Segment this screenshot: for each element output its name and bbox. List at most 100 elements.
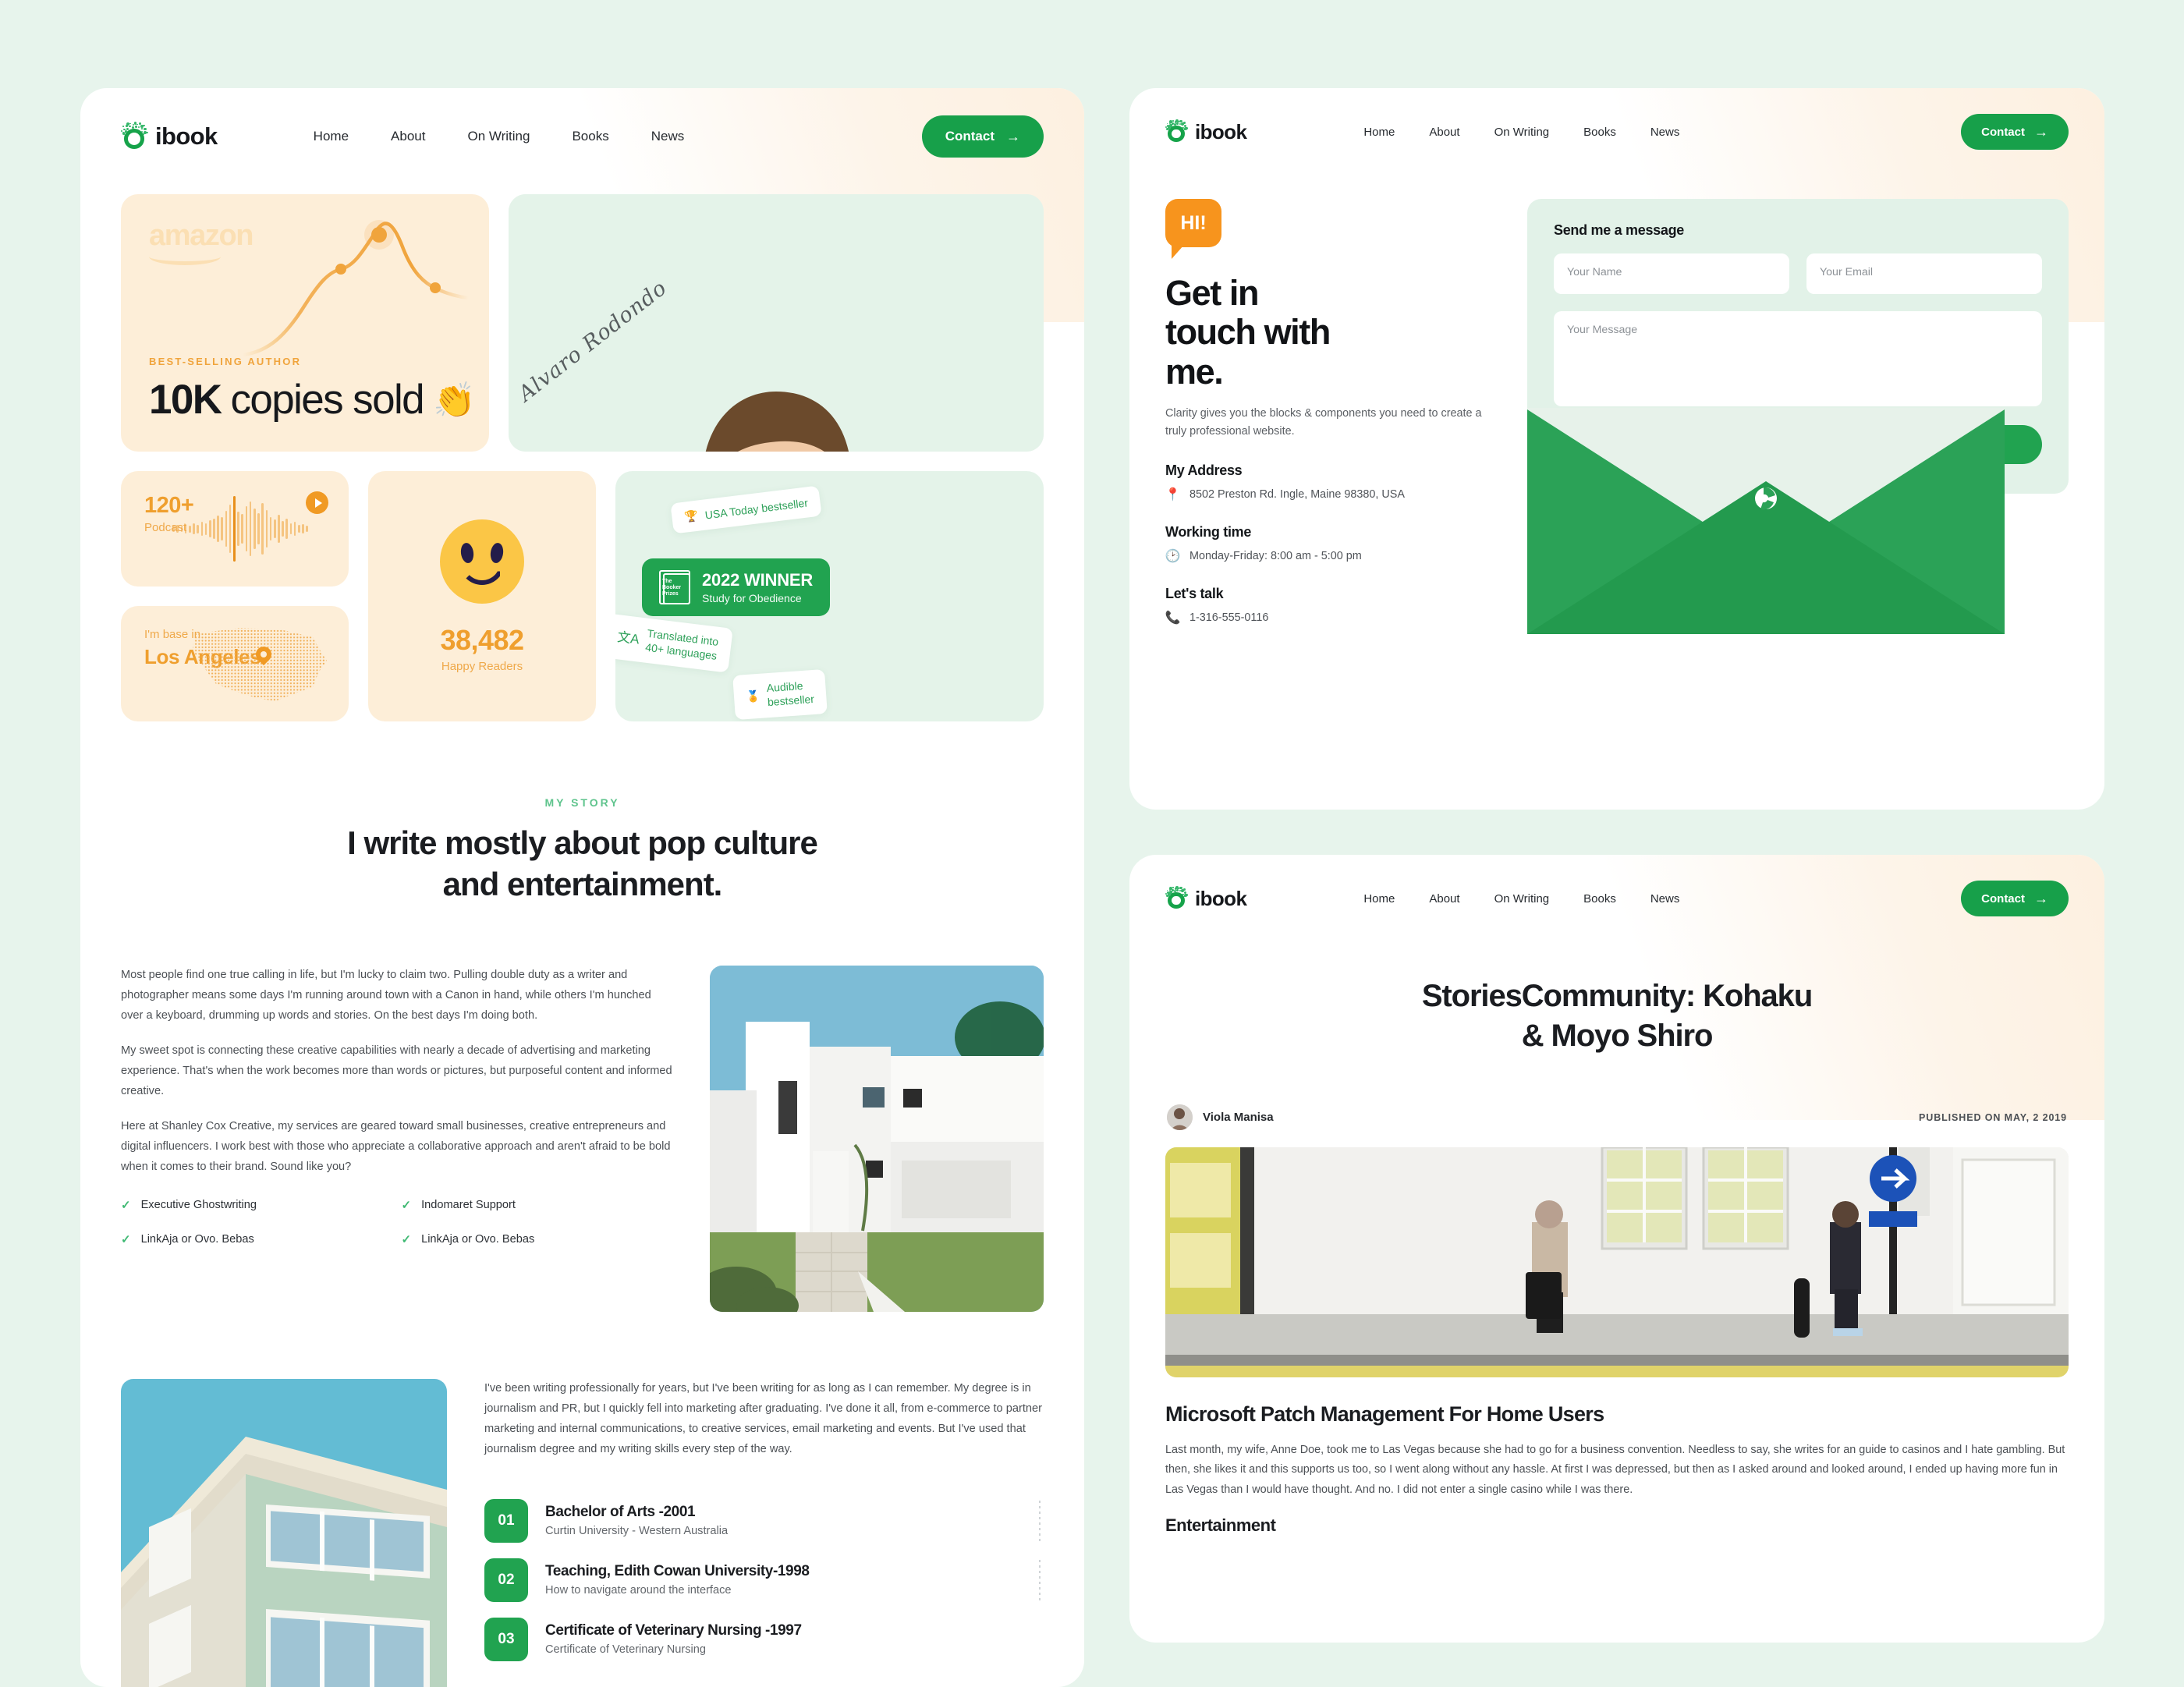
form-title: Send me a message xyxy=(1554,222,1684,238)
trophy-icon: 🏆 xyxy=(683,509,699,523)
hours-value: Monday-Friday: 8:00 am - 5:00 pm xyxy=(1190,550,1362,563)
nav-link-news[interactable]: News xyxy=(1633,119,1697,145)
blog-heading: StoriesCommunity: Kohaku & Moyo Shiro xyxy=(1165,976,2069,1056)
contact-heading-line3: me. xyxy=(1165,351,1224,392)
audio-waveform-icon xyxy=(172,488,308,569)
education-number: 01 xyxy=(484,1498,528,1543)
email-input[interactable]: Your Email xyxy=(1806,253,2042,294)
story-paragraph-3: Here at Shanley Cox Creative, my service… xyxy=(121,1119,671,1173)
author-info[interactable]: Viola Manisa xyxy=(1167,1104,1274,1131)
nav-link-about[interactable]: About xyxy=(370,122,446,151)
contact-button[interactable]: Contact → xyxy=(921,115,1044,158)
message-input[interactable]: Your Message xyxy=(1554,311,2042,406)
address-title: My Address xyxy=(1165,463,1243,479)
happy-readers-card: 38,482 Happy Readers xyxy=(368,471,596,721)
award-usa-today-label: USA Today bestseller xyxy=(704,495,809,521)
nav-link-books[interactable]: Books xyxy=(1566,119,1633,145)
contact-button-label: Contact xyxy=(1981,125,2025,139)
award-audible: 🏅 Audible bestseller xyxy=(732,668,828,721)
education-number: 03 xyxy=(484,1617,528,1661)
award-usa-today: 🏆 USA Today bestseller xyxy=(670,485,822,534)
hi-badge-label: HI! xyxy=(1180,211,1207,234)
name-input[interactable]: Your Name xyxy=(1554,253,1789,294)
location-pin-icon: 📍 xyxy=(1165,488,1181,502)
contact-button[interactable]: Contact → xyxy=(1961,114,2069,150)
nav-link-on-writing[interactable]: On Writing xyxy=(1477,119,1567,145)
education-grid: I've been writing professionally for yea… xyxy=(80,1379,1084,1687)
education-item: 01 Bachelor of Arts -2001 Curtin Univers… xyxy=(484,1491,1044,1551)
education-number: 02 xyxy=(484,1558,528,1602)
contact-button[interactable]: Contact → xyxy=(1961,881,2069,916)
arrow-right-icon: → xyxy=(2034,891,2048,906)
nav-link-home[interactable]: Home xyxy=(1346,119,1412,145)
clock-icon: 🕑 xyxy=(1165,550,1181,564)
story-content-grid: Most people find one true calling in lif… xyxy=(80,966,1084,1312)
checklist-label: Indomaret Support xyxy=(421,1198,516,1211)
stats-grid: 120+ Podcast I'm base in Los Angeles xyxy=(80,452,1084,721)
contact-info-column: HI! Get in touch with me. Clarity gives … xyxy=(1165,199,1493,626)
blog-page-panel: ibook Home About On Writing Books News C… xyxy=(1129,855,2104,1643)
copies-sold-label: copies sold xyxy=(230,377,424,423)
medal-icon: 🏅 xyxy=(746,689,761,703)
brand-logo[interactable]: ibook xyxy=(120,122,218,151)
nav-link-books[interactable]: Books xyxy=(551,122,629,151)
ibook-logo-icon xyxy=(1165,886,1189,909)
published-date: PUBLISHED ON MAY, 2 2019 xyxy=(1919,1111,2067,1123)
brand-logo[interactable]: ibook xyxy=(1165,886,1247,911)
checklist-label: LinkAja or Ovo. Bebas xyxy=(421,1232,535,1246)
booker-logo-line3: Prizes xyxy=(662,590,679,597)
post-body: Last month, my wife, Anne Doe, took me t… xyxy=(1165,1444,2065,1496)
phone-line[interactable]: 📞 1-316-555-0116 xyxy=(1165,610,1493,626)
copies-sold-stat: 10K copies sold 👏 xyxy=(149,376,476,424)
arrow-right-icon: → xyxy=(2034,124,2048,140)
blog-heading-line1: StoriesCommunity: Kohaku xyxy=(1421,979,1813,1013)
blog-body: StoriesCommunity: Kohaku & Moyo Shiro Vi… xyxy=(1129,942,2104,1536)
address-line: 📍 8502 Preston Rd. Ingle, Maine 98380, U… xyxy=(1165,487,1493,502)
education-subtitle: Certificate of Veterinary Nursing xyxy=(545,1643,707,1657)
nav-link-news[interactable]: News xyxy=(1633,886,1697,912)
checklist-label: Executive Ghostwriting xyxy=(140,1198,257,1211)
check-icon: ✓ xyxy=(401,1232,412,1246)
winner-year: 2022 WINNER xyxy=(702,570,814,590)
brand-name: ibook xyxy=(1195,119,1247,144)
author-name: Viola Manisa xyxy=(1203,1111,1274,1125)
nav-link-on-writing[interactable]: On Writing xyxy=(1477,886,1567,912)
contact-body: HI! Get in touch with me. Clarity gives … xyxy=(1129,175,2104,634)
nav-link-books[interactable]: Books xyxy=(1566,886,1633,912)
awards-card: 🏆 USA Today bestseller The Booker Prizes… xyxy=(615,471,1044,721)
nav-link-on-writing[interactable]: On Writing xyxy=(446,122,551,151)
navbar-blog: ibook Home About On Writing Books News C… xyxy=(1129,855,2104,942)
story-text-column: Most people find one true calling in lif… xyxy=(121,966,674,1246)
education-divider xyxy=(1039,1559,1041,1600)
check-icon: ✓ xyxy=(121,1232,131,1246)
nav-links: Home About On Writing Books News xyxy=(292,122,706,151)
education-title: Certificate of Veterinary Nursing -1997 xyxy=(545,1622,802,1639)
phone-block: Let's talk 📞 1-316-555-0116 xyxy=(1165,586,1493,626)
education-intro-paragraph: I've been writing professionally for yea… xyxy=(484,1382,1042,1455)
education-title: Teaching, Edith Cowan University-1998 xyxy=(545,1563,810,1580)
nav-link-home[interactable]: Home xyxy=(1346,886,1412,912)
nav-link-news[interactable]: News xyxy=(630,122,706,151)
form-name-email-row: Your Name Your Email xyxy=(1554,253,2042,294)
education-item: 03 Certificate of Veterinary Nursing -19… xyxy=(484,1610,1044,1669)
author-photo xyxy=(509,194,1044,452)
contact-page-panel: ibook Home About On Writing Books News C… xyxy=(1129,88,2104,810)
story-heading-line2: and entertainment. xyxy=(442,865,723,902)
home-page-panel: ibook Home About On Writing Books News C… xyxy=(80,88,1084,1687)
booker-prizes-logo-icon: The Booker Prizes xyxy=(659,570,690,604)
amazon-sales-card: amazon BEST-SELLING AUTHOR 10K copies so… xyxy=(121,194,489,452)
nav-link-about[interactable]: About xyxy=(1412,886,1477,912)
winner-subtitle: Study for Obedience xyxy=(702,592,802,604)
left-stat-stack: 120+ Podcast I'm base in Los Angeles xyxy=(121,471,349,721)
translate-icon: 文A xyxy=(616,629,640,647)
location-card: I'm base in Los Angeles xyxy=(121,606,349,721)
brand-logo[interactable]: ibook xyxy=(1165,119,1247,144)
checklist-item: ✓ LinkAja or Ovo. Bebas xyxy=(402,1232,675,1246)
contact-form-wrapper: Send me a message Your Name Your Email Y… xyxy=(1527,199,2069,634)
blog-heading-line2: & Moyo Shiro xyxy=(1521,1019,1714,1054)
copies-sold-value: 10K xyxy=(149,377,222,423)
nav-link-home[interactable]: Home xyxy=(292,122,370,151)
play-icon[interactable] xyxy=(306,491,328,514)
nav-link-about[interactable]: About xyxy=(1412,119,1477,145)
contact-heading-line2: touch with xyxy=(1165,312,1331,353)
